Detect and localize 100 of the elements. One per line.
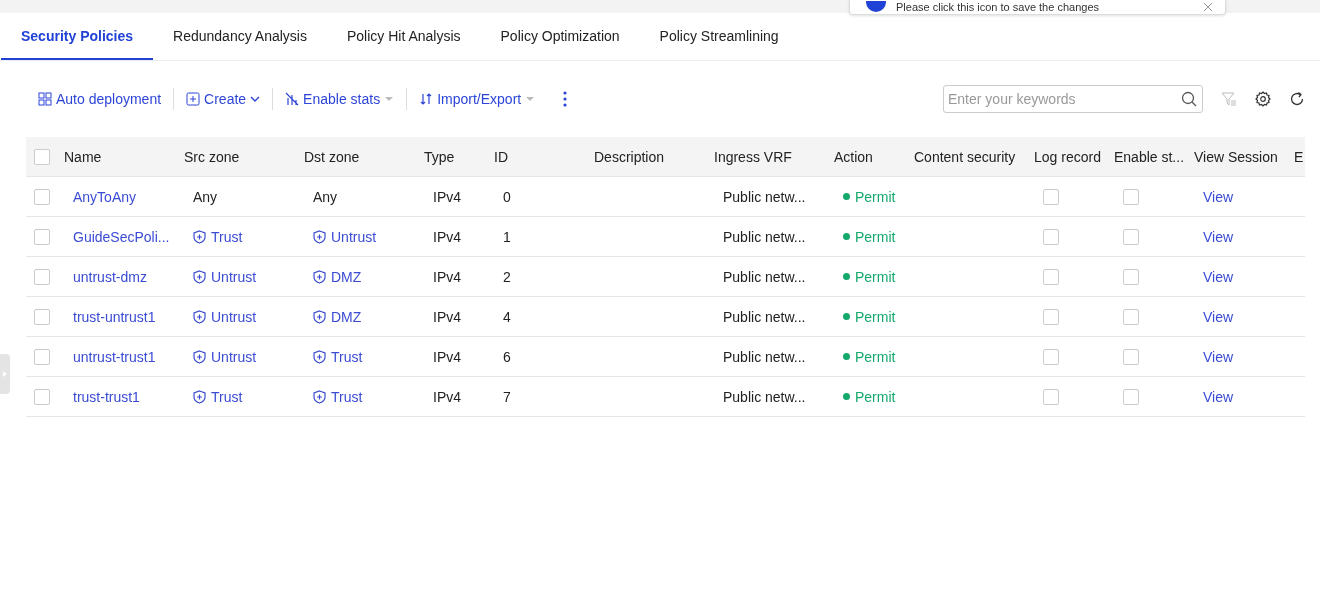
table-cell-text: IPv4 bbox=[432, 188, 462, 205]
toolbar-button[interactable]: Create bbox=[186, 91, 273, 107]
caret-icon bbox=[250, 94, 261, 104]
policy-name-link[interactable]: GuideSecPoli... bbox=[56, 228, 176, 245]
zone-label: Trust bbox=[211, 388, 243, 405]
policy-name-link[interactable]: untrust-dmz bbox=[56, 268, 176, 285]
log-checkbox[interactable] bbox=[1043, 388, 1059, 405]
action-label: Permit bbox=[855, 228, 896, 245]
info-icon bbox=[866, 1, 886, 13]
policy-name-link[interactable]: trust-trust1 bbox=[56, 388, 176, 405]
view-link[interactable]: View bbox=[1186, 348, 1286, 365]
toolbar-button[interactable]: Import/Export bbox=[419, 91, 548, 107]
filter-button[interactable] bbox=[1221, 91, 1237, 107]
shield-icon bbox=[193, 389, 206, 404]
filter-icon bbox=[1221, 91, 1237, 107]
column-header: Action bbox=[833, 148, 874, 165]
column-header: ID bbox=[493, 148, 509, 165]
stats-off-icon bbox=[285, 92, 300, 106]
policy-name-link[interactable]: trust-untrust1 bbox=[56, 308, 176, 325]
column-header: Src zone bbox=[183, 148, 241, 165]
stats-checkbox[interactable] bbox=[1123, 228, 1139, 245]
settings-button[interactable] bbox=[1255, 91, 1271, 107]
column-header: View Session bbox=[1193, 148, 1279, 165]
search-icon bbox=[1181, 91, 1197, 107]
log-checkbox[interactable] bbox=[1043, 308, 1059, 325]
row-checkbox[interactable] bbox=[34, 348, 50, 365]
column-header: Type bbox=[423, 148, 456, 165]
tab[interactable]: Redundancy Analysis bbox=[153, 13, 327, 60]
table-cell-text: IPv4 bbox=[432, 308, 462, 325]
view-link[interactable]: View bbox=[1186, 268, 1286, 285]
table-cell-text: 2 bbox=[502, 268, 512, 285]
sort-icon bbox=[419, 92, 434, 106]
table-cell-text: 0 bbox=[502, 188, 512, 205]
search-field[interactable]: Enter your keywords bbox=[943, 85, 1203, 113]
table-cell-text: Public netw... bbox=[722, 188, 807, 205]
log-checkbox[interactable] bbox=[1043, 188, 1059, 205]
select-all-checkbox[interactable] bbox=[34, 148, 50, 165]
shield-icon bbox=[193, 309, 206, 324]
toolbar-button[interactable]: Enable stats bbox=[285, 91, 407, 107]
zone-label: Trust bbox=[211, 228, 243, 245]
zone-label: Untrust bbox=[211, 348, 257, 365]
row-checkbox[interactable] bbox=[34, 268, 50, 285]
view-link[interactable]: View bbox=[1186, 388, 1286, 405]
shield-icon bbox=[313, 389, 326, 404]
table-cell-text: IPv4 bbox=[432, 228, 462, 245]
table-cell-text: Public netw... bbox=[722, 268, 807, 285]
table-cell-text: Any bbox=[312, 188, 339, 205]
zone-label: Untrust bbox=[331, 228, 377, 245]
column-header: Enable st... bbox=[1113, 148, 1186, 165]
zone-label: Untrust bbox=[211, 308, 257, 325]
refresh-button[interactable] bbox=[1289, 91, 1305, 107]
caret-icon bbox=[384, 96, 395, 102]
column-header: E bbox=[1293, 148, 1305, 165]
stats-checkbox[interactable] bbox=[1123, 348, 1139, 365]
stats-checkbox[interactable] bbox=[1123, 188, 1139, 205]
stats-checkbox[interactable] bbox=[1123, 308, 1139, 325]
tab[interactable]: Security Policies bbox=[1, 13, 154, 60]
log-checkbox[interactable] bbox=[1043, 228, 1059, 245]
table-cell-text: 1 bbox=[502, 228, 512, 245]
column-header: Ingress VRF bbox=[713, 148, 793, 165]
view-link[interactable]: View bbox=[1186, 188, 1286, 205]
shield-icon bbox=[193, 229, 206, 244]
refresh-icon bbox=[1289, 91, 1305, 107]
policy-name-link[interactable]: untrust-trust1 bbox=[56, 348, 176, 365]
shield-icon bbox=[313, 309, 326, 324]
table-cell-text: Any bbox=[192, 188, 219, 205]
tab[interactable]: Policy Hit Analysis bbox=[326, 13, 481, 60]
more-icon bbox=[563, 91, 568, 107]
settings-icon bbox=[1255, 91, 1271, 107]
table-cell-text: Public netw... bbox=[722, 388, 807, 405]
shield-icon bbox=[193, 269, 206, 284]
toolbar-button[interactable]: Auto deployment bbox=[38, 91, 174, 107]
column-header: Description bbox=[593, 148, 666, 165]
row-checkbox[interactable] bbox=[34, 228, 50, 245]
table-cell-text: 4 bbox=[502, 308, 512, 325]
table-cell-text: IPv4 bbox=[432, 268, 462, 285]
table-cell-text: Public netw... bbox=[722, 228, 807, 245]
policy-name-link[interactable]: AnyToAny bbox=[56, 188, 176, 205]
zone-label: DMZ bbox=[331, 268, 362, 285]
row-checkbox[interactable] bbox=[34, 388, 50, 405]
shield-icon bbox=[313, 269, 326, 284]
stats-checkbox[interactable] bbox=[1123, 388, 1139, 405]
action-label: Permit bbox=[855, 388, 896, 405]
tab[interactable]: Policy Streamlining bbox=[639, 13, 799, 60]
view-link[interactable]: View bbox=[1186, 228, 1286, 245]
stats-checkbox[interactable] bbox=[1123, 268, 1139, 285]
log-checkbox[interactable] bbox=[1043, 348, 1059, 365]
row-checkbox[interactable] bbox=[34, 308, 50, 325]
view-link[interactable]: View bbox=[1186, 308, 1286, 325]
column-header: Dst zone bbox=[303, 148, 361, 165]
log-checkbox[interactable] bbox=[1043, 268, 1059, 285]
table-cell-text: IPv4 bbox=[432, 348, 462, 365]
row-checkbox[interactable] bbox=[34, 188, 50, 205]
table-cell-text: IPv4 bbox=[432, 388, 462, 405]
caret-icon bbox=[525, 96, 536, 102]
table-cell-text: Public netw... bbox=[722, 308, 807, 325]
grid-icon bbox=[38, 92, 52, 106]
collapse-handle[interactable] bbox=[0, 354, 10, 394]
close-icon[interactable] bbox=[1203, 3, 1213, 11]
tab[interactable]: Policy Optimization bbox=[480, 13, 640, 60]
